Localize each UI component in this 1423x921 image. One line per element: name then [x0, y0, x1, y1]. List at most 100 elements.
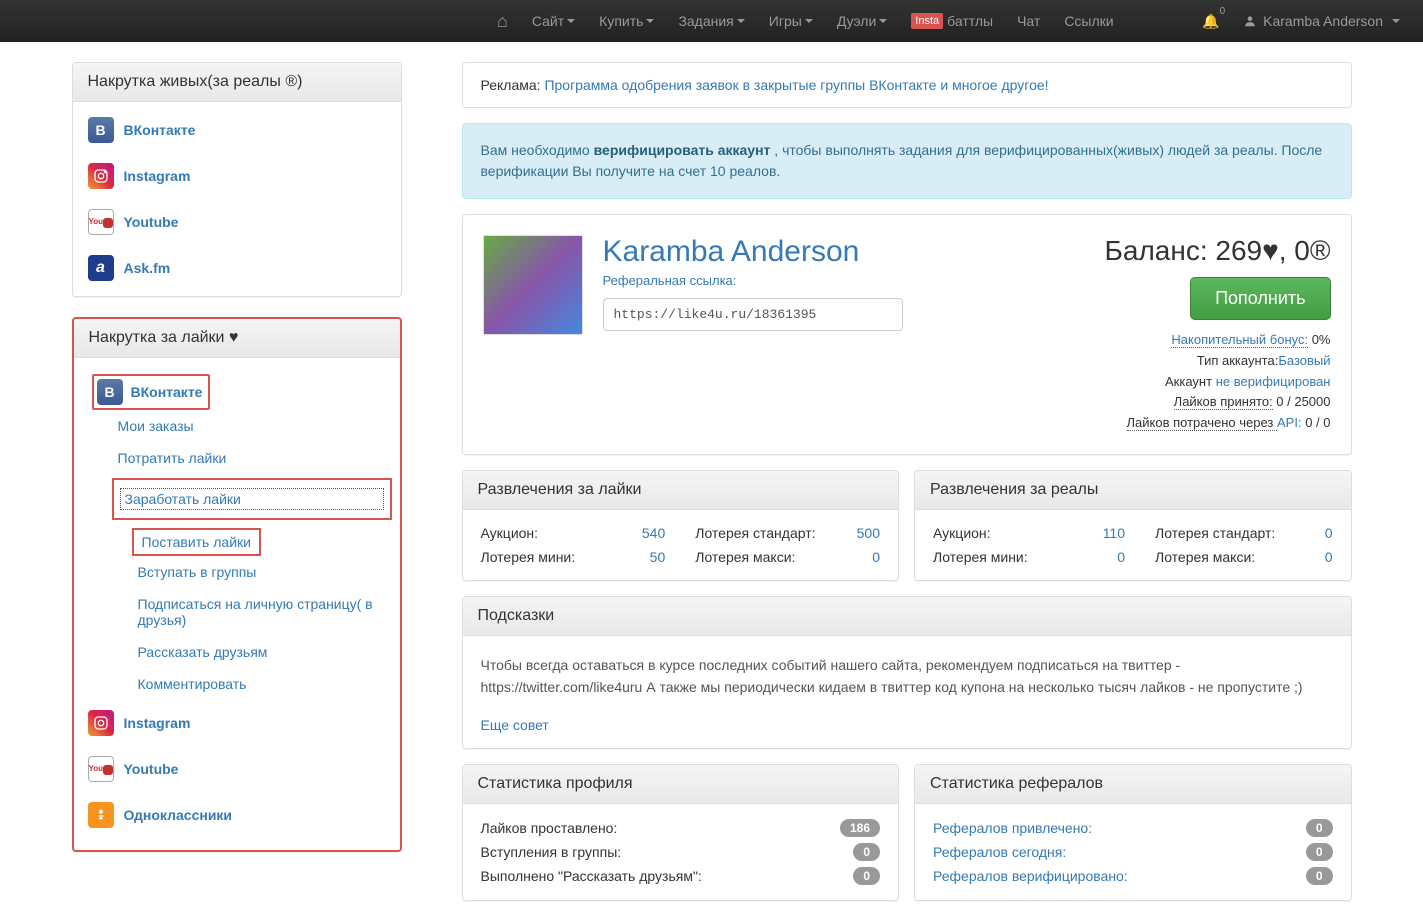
- alert-verify-link[interactable]: верифицировать аккаунт: [594, 142, 771, 158]
- ent-reals-lstd-v[interactable]: 0: [1325, 525, 1333, 541]
- stat-prof-r3-l: Выполнено "Рассказать друзьям":: [481, 868, 702, 884]
- stat-prof-r2-l: Вступления в группы:: [481, 844, 622, 860]
- tips-title: Подсказки: [463, 597, 1351, 636]
- nav-battles-label: баттлы: [947, 13, 993, 29]
- nav-games[interactable]: Игры: [757, 0, 825, 42]
- top-navbar: Сайт Купить Задания Игры Дуэли Instaбатт…: [0, 0, 1423, 42]
- nav-chat-label: Чат: [1017, 13, 1040, 29]
- nav-user-menu[interactable]: Karamba Anderson: [1235, 13, 1408, 29]
- nav-tasks-label: Задания: [678, 13, 733, 29]
- askfm-icon: a: [88, 255, 114, 281]
- sidebar-sub-put-likes[interactable]: Поставить лайки: [142, 534, 251, 550]
- sidebar-reals-youtube[interactable]: YouYoutube: [73, 199, 401, 245]
- bonus-label[interactable]: Накопительный бонус:: [1171, 332, 1308, 348]
- acct-status-value[interactable]: не верифицирован: [1216, 374, 1331, 389]
- sidebar-sub-comment[interactable]: Комментировать: [138, 676, 247, 692]
- ent-reals-lmin-v[interactable]: 0: [1103, 549, 1125, 565]
- nav-games-label: Игры: [769, 13, 802, 29]
- nav-links[interactable]: Ссылки: [1052, 0, 1125, 42]
- sidebar-likes-vk[interactable]: BВКонтакте: [92, 374, 211, 410]
- sidebar-reals-vk[interactable]: BВКонтакте: [73, 107, 401, 153]
- ent-likes-lmax-v[interactable]: 0: [857, 549, 880, 565]
- caret-icon: [567, 19, 575, 23]
- insta-badge: Insta: [911, 13, 943, 29]
- tips-more-link[interactable]: Еще совет: [481, 717, 549, 733]
- referral-input[interactable]: [603, 298, 903, 331]
- acct-type-value[interactable]: Базовый: [1278, 353, 1330, 368]
- topup-button[interactable]: Пополнить: [1190, 277, 1330, 320]
- acct-status-label: Аккаунт: [1165, 374, 1216, 389]
- sidebar-sub-spend[interactable]: Потратить лайки: [118, 450, 227, 466]
- sidebar-panel-likes: Накрутка за лайки ♥ BВКонтакте Мои заказ…: [72, 317, 402, 852]
- ad-link[interactable]: Программа одобрения заявок в закрытые гр…: [544, 77, 1048, 93]
- youtube-icon: You: [88, 756, 114, 782]
- nav-duels[interactable]: Дуэли: [825, 0, 899, 42]
- stats-profile-title: Статистика профиля: [463, 765, 899, 804]
- nav-tasks[interactable]: Задания: [666, 0, 756, 42]
- stat-prof-r1-l: Лайков проставлено:: [481, 820, 618, 836]
- sidebar-likes-youtube[interactable]: YouYoutube: [82, 746, 392, 792]
- entertainment-likes-panel: Развлечения за лайки Аукцион:540 Лотерея…: [462, 470, 900, 581]
- ent-reals-lmin-l: Лотерея мини:: [933, 549, 1073, 565]
- ent-likes-lmax-l: Лотерея макси:: [695, 549, 826, 565]
- nav-buy[interactable]: Купить: [587, 0, 666, 42]
- ent-likes-auc-v[interactable]: 540: [642, 525, 665, 541]
- nav-home[interactable]: [485, 0, 520, 42]
- youtube-icon: You: [88, 209, 114, 235]
- caret-icon: [1392, 19, 1400, 23]
- sidebar-reals-askfm[interactable]: a Ask.fm: [73, 245, 401, 291]
- bell-icon: [1202, 13, 1219, 29]
- stat-prof-r1-v: 186: [840, 819, 880, 837]
- api-link[interactable]: API:: [1277, 415, 1302, 430]
- likes-api-value: 0 / 0: [1302, 415, 1331, 430]
- profile-panel: Karamba Anderson Реферальная ссылка: Бал…: [462, 214, 1352, 455]
- bonus-value: 0%: [1308, 332, 1330, 347]
- nav-user-name: Karamba Anderson: [1263, 13, 1383, 29]
- stat-ref-r3-l[interactable]: Рефералов верифицировано:: [933, 868, 1128, 884]
- nav-chat[interactable]: Чат: [1005, 0, 1052, 42]
- stats-profile-panel: Статистика профиля Лайков проставлено: 18…: [462, 764, 900, 901]
- ent-likes-lstd-l: Лотерея стандарт:: [695, 525, 826, 541]
- sidebar-sub-groups[interactable]: Вступать в группы: [138, 564, 257, 580]
- ad-bar: Реклама: Программа одобрения заявок в за…: [462, 62, 1352, 108]
- sidebar-likes-ok[interactable]: Одноклассники: [82, 792, 392, 838]
- ent-likes-lstd-v[interactable]: 500: [857, 525, 880, 541]
- tips-body: Чтобы всегда оставаться в курсе последни…: [463, 636, 1351, 717]
- sidebar-sub-orders[interactable]: Мои заказы: [118, 418, 194, 434]
- instagram-icon: [88, 163, 114, 189]
- odnoklassniki-icon: [88, 802, 114, 828]
- balance-label: Баланс: 269♥, 0®: [1105, 235, 1331, 267]
- ent-reals-title: Развлечения за реалы: [915, 471, 1351, 510]
- ent-likes-lmin-v[interactable]: 50: [642, 549, 665, 565]
- stat-ref-r1-l[interactable]: Рефералов привлечено:: [933, 820, 1092, 836]
- entertainment-reals-panel: Развлечения за реалы Аукцион:110 Лотерея…: [914, 470, 1352, 581]
- stat-ref-r2-l[interactable]: Рефералов сегодня:: [933, 844, 1066, 860]
- nav-site[interactable]: Сайт: [520, 0, 587, 42]
- stat-prof-r2-v: 0: [853, 843, 880, 861]
- sidebar-sub-earn[interactable]: Заработать лайки: [120, 488, 384, 510]
- sidebar-reals-insta-label: Instagram: [124, 168, 191, 184]
- notif-count: 0: [1220, 6, 1226, 17]
- sidebar-sub-tell[interactable]: Рассказать друзьям: [138, 644, 268, 660]
- ent-reals-lmax-v[interactable]: 0: [1325, 549, 1333, 565]
- stat-ref-r2-v: 0: [1306, 843, 1333, 861]
- sidebar-sub-subscribe[interactable]: Подписаться на личную страницу( в друзья…: [138, 596, 373, 628]
- profile-avatar: [483, 235, 583, 335]
- nav-battles[interactable]: Instaбаттлы: [899, 0, 1005, 42]
- likes-received-label: Лайков принято:: [1174, 394, 1273, 410]
- acct-type-label: Тип аккаунта:: [1197, 353, 1279, 368]
- likes-received-value: 0 / 25000: [1273, 394, 1331, 409]
- vk-icon: B: [97, 379, 123, 405]
- sidebar-likes-insta-label: Instagram: [124, 715, 191, 731]
- sidebar-reals-vk-label: ВКонтакте: [124, 122, 196, 138]
- caret-icon: [805, 19, 813, 23]
- ent-reals-lmax-l: Лотерея макси:: [1155, 549, 1295, 565]
- nav-notifications[interactable]: 0: [1192, 12, 1235, 30]
- stat-ref-r3-v: 0: [1306, 867, 1333, 885]
- ent-likes-title: Развлечения за лайки: [463, 471, 899, 510]
- ent-reals-auc-v[interactable]: 110: [1103, 525, 1125, 541]
- sidebar-likes-instagram[interactable]: Instagram: [82, 700, 392, 746]
- tips-panel: Подсказки Чтобы всегда оставаться в курс…: [462, 596, 1352, 749]
- sidebar-reals-instagram[interactable]: Instagram: [73, 153, 401, 199]
- sidebar-reals-ask-label: Ask.fm: [124, 260, 171, 276]
